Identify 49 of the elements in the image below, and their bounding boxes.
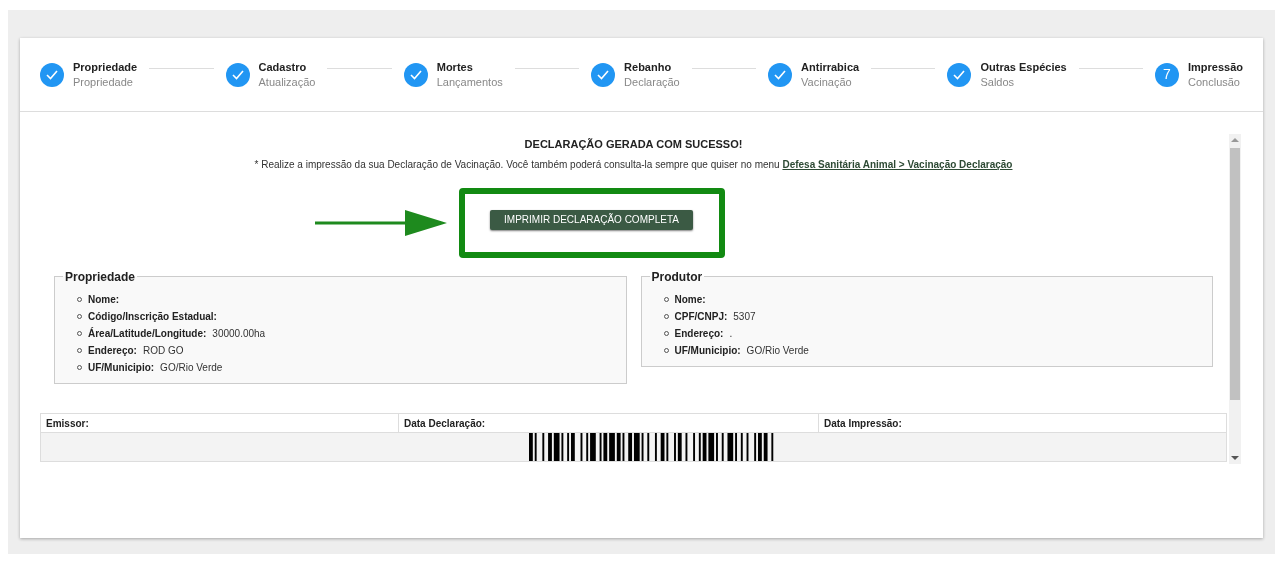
column-header: Emissor: xyxy=(45,416,90,431)
field-label: Área/Latitude/Longitude: xyxy=(88,326,207,341)
field-label: UF/Municipio: xyxy=(88,360,155,375)
print-button[interactable]: IMPRIMIR DECLARAÇÃO COMPLETA xyxy=(490,209,693,230)
field-value: . xyxy=(729,326,733,341)
scrollbar[interactable] xyxy=(1229,134,1241,464)
step-subtitle: Atualização xyxy=(258,74,316,90)
step-subtitle: Declaração xyxy=(624,74,680,90)
field-label: Endereço: xyxy=(88,343,137,358)
panel-legend: Produtor xyxy=(649,267,705,286)
step-title: Impressão xyxy=(1188,59,1244,75)
step-subtitle: Lançamentos xyxy=(436,74,503,90)
field-label: Endereço: xyxy=(674,326,724,341)
step-number: 7 xyxy=(1163,65,1171,84)
step-title: Cadastro xyxy=(258,59,308,75)
column-header: Data Impressão: xyxy=(818,413,1226,433)
check-icon xyxy=(597,69,610,80)
column-header: Data Declaração: xyxy=(398,413,818,433)
scroll-down-icon[interactable] xyxy=(1231,456,1239,460)
step-subtitle: Saldos xyxy=(980,74,1016,90)
step-title: Antirrabica xyxy=(801,59,860,75)
scroll-up-icon[interactable] xyxy=(1231,138,1239,142)
check-icon xyxy=(231,69,244,80)
field-value: GO/Rio Verde xyxy=(746,343,809,358)
check-icon xyxy=(774,69,787,80)
scroll-thumb[interactable] xyxy=(1230,148,1240,400)
field-label: Nome: xyxy=(88,292,120,307)
field-value: 30000.00ha xyxy=(212,326,266,341)
panel-legend: Propriedade xyxy=(63,267,138,286)
field-label: UF/Municipio: xyxy=(674,343,741,358)
menu-link[interactable]: Defesa Sanitária Animal > Vacinação Declaração xyxy=(782,158,1013,170)
step-subtitle: Conclusão xyxy=(1188,74,1241,90)
success-message: * Realize a impressão da sua Declaração de Vacinação. Você também poderá consulta-la sempre que quiser no menu Defesa Sanitária Animal > Vacinação Declaração xyxy=(254,157,1013,172)
check-icon xyxy=(409,69,422,80)
field-label: Nome: xyxy=(674,292,706,307)
field-value: 5307 xyxy=(733,309,756,324)
check-icon xyxy=(46,69,58,80)
field-value: GO/Rio Verde xyxy=(160,360,223,375)
success-title: DECLARAÇÃO GERADA COM SUCESSO! xyxy=(524,137,743,152)
step-title: Propriedade xyxy=(73,59,138,75)
step-title: Rebanho xyxy=(624,59,673,75)
step-subtitle: Vacinação xyxy=(801,74,853,90)
field-label: Código/Inscrição Estadual: xyxy=(88,309,217,324)
step-title: Mortes xyxy=(436,59,474,75)
check-icon xyxy=(953,69,966,80)
step-title: Outras Espécies xyxy=(980,59,1067,75)
field-value: ROD GO xyxy=(142,343,184,358)
field-label: CPF/CNPJ: xyxy=(674,309,728,324)
step-subtitle: Propriedade xyxy=(73,74,134,90)
